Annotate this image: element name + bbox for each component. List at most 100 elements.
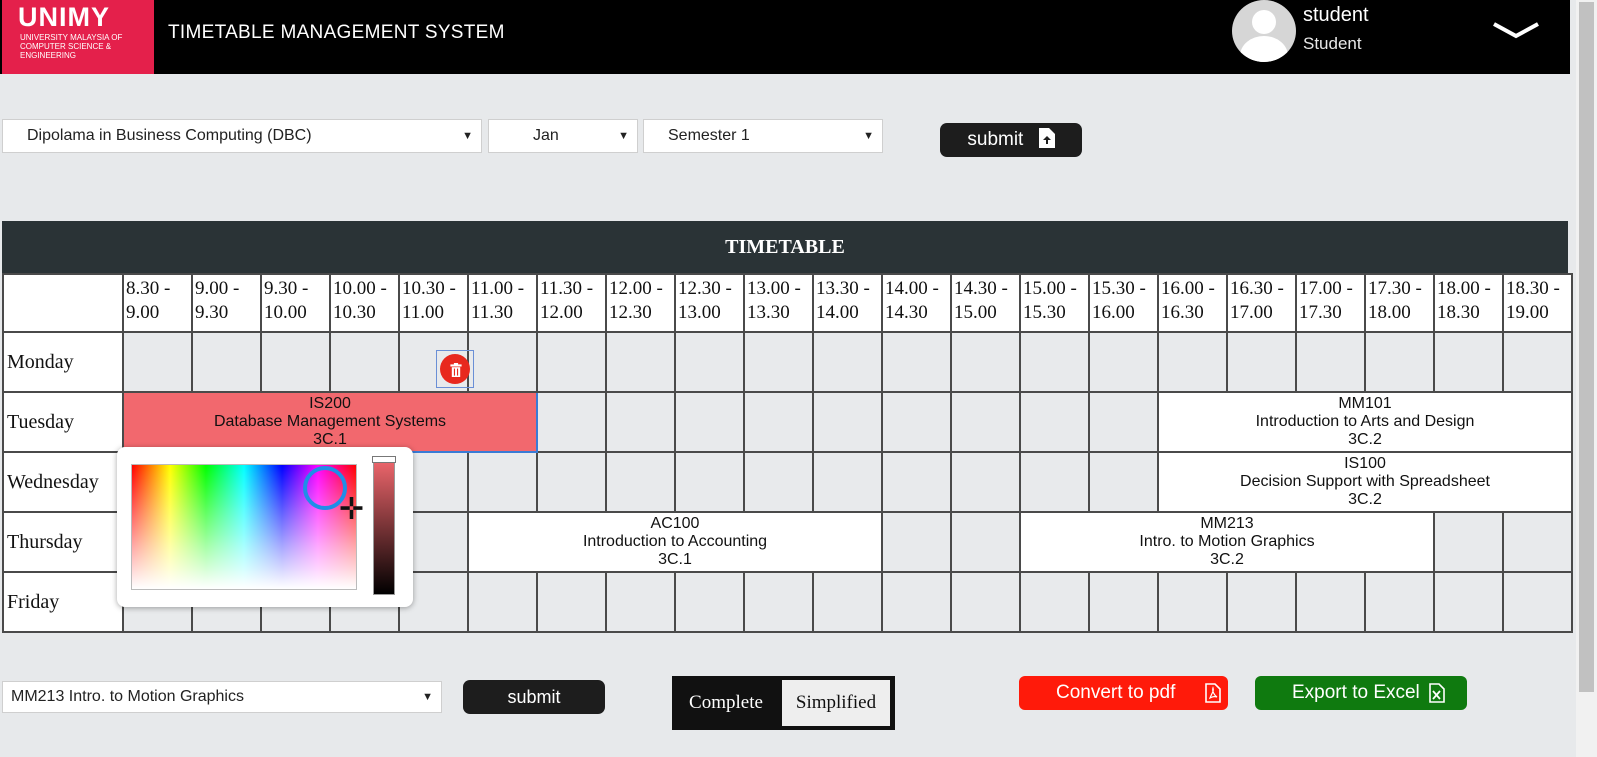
- empty-slot[interactable]: [812, 331, 883, 393]
- empty-slot[interactable]: [605, 451, 676, 513]
- class-block-mm213[interactable]: MM213 Intro. to Motion Graphics 3C.2: [1019, 511, 1435, 573]
- empty-slot[interactable]: [1364, 331, 1435, 393]
- empty-slot[interactable]: [467, 451, 538, 513]
- filter-submit-label: submit: [967, 129, 1024, 150]
- convert-pdf-label: Convert to pdf: [1056, 682, 1176, 703]
- empty-slot[interactable]: [605, 331, 676, 393]
- empty-slot[interactable]: [467, 331, 538, 393]
- empty-slot[interactable]: [536, 391, 607, 453]
- empty-slot[interactable]: [1433, 511, 1504, 573]
- empty-slot[interactable]: [1157, 331, 1228, 393]
- empty-slot[interactable]: [1433, 571, 1504, 633]
- unimy-logo[interactable]: UNIMY UNIVERSITY MALAYSIA OF COMPUTER SC…: [2, 0, 154, 74]
- day-label: Monday: [2, 331, 124, 393]
- empty-slot[interactable]: [605, 571, 676, 633]
- empty-slot[interactable]: [536, 331, 607, 393]
- time-slot-header: 17.00 - 17.30: [1295, 273, 1366, 333]
- timetable-title: TIMETABLE: [2, 221, 1568, 273]
- empty-slot[interactable]: [1364, 571, 1435, 633]
- empty-slot[interactable]: [950, 451, 1021, 513]
- empty-slot[interactable]: [950, 391, 1021, 453]
- empty-slot[interactable]: [881, 451, 952, 513]
- class-name: Introduction to Accounting: [582, 533, 768, 550]
- empty-slot[interactable]: [122, 331, 193, 393]
- class-block-ac100[interactable]: AC100 Introduction to Accounting 3C.1: [467, 511, 883, 573]
- delete-class-button[interactable]: [436, 350, 474, 388]
- empty-slot[interactable]: [743, 391, 814, 453]
- empty-slot[interactable]: [950, 331, 1021, 393]
- time-slot-header: 9.30 - 10.00: [260, 273, 331, 333]
- simplified-view-button[interactable]: Simplified: [782, 680, 890, 726]
- class-block-mm101[interactable]: MM101 Introduction to Arts and Design 3C…: [1157, 391, 1573, 453]
- class-block-is200[interactable]: IS200 Database Management Systems 3C.1: [122, 391, 538, 453]
- empty-slot[interactable]: [812, 451, 883, 513]
- class-code: IS200: [309, 395, 351, 412]
- empty-slot[interactable]: [1226, 571, 1297, 633]
- app-title: TIMETABLE MANAGEMENT SYSTEM: [168, 22, 505, 43]
- crosshair-cursor-icon: ✛: [339, 493, 365, 526]
- logo-subtext: UNIVERSITY MALAYSIA OF COMPUTER SCIENCE …: [20, 33, 123, 60]
- empty-slot[interactable]: [674, 331, 745, 393]
- export-excel-button[interactable]: Export to Excel: [1255, 676, 1467, 710]
- empty-slot[interactable]: [1295, 571, 1366, 633]
- empty-slot[interactable]: [605, 391, 676, 453]
- empty-slot[interactable]: [1226, 331, 1297, 393]
- convert-pdf-button[interactable]: Convert to pdf: [1019, 676, 1228, 710]
- empty-slot[interactable]: [1295, 331, 1366, 393]
- scrollbar[interactable]: [1576, 0, 1597, 757]
- empty-slot[interactable]: [1088, 391, 1159, 453]
- empty-slot[interactable]: [1088, 331, 1159, 393]
- empty-slot[interactable]: [1502, 571, 1573, 633]
- empty-slot[interactable]: [191, 331, 262, 393]
- user-name: student: [1303, 4, 1369, 26]
- empty-slot[interactable]: [536, 451, 607, 513]
- empty-slot[interactable]: [467, 571, 538, 633]
- empty-slot[interactable]: [743, 571, 814, 633]
- empty-slot[interactable]: [1157, 571, 1228, 633]
- time-slot-header: 13.00 - 13.30: [743, 273, 814, 333]
- scrollbar-thumb[interactable]: [1579, 2, 1594, 692]
- user-avatar-icon[interactable]: [1232, 0, 1296, 62]
- empty-slot[interactable]: [260, 331, 331, 393]
- empty-slot[interactable]: [881, 571, 952, 633]
- empty-slot[interactable]: [674, 391, 745, 453]
- empty-slot[interactable]: [1088, 571, 1159, 633]
- filter-submit-button[interactable]: submit: [940, 123, 1082, 157]
- empty-slot[interactable]: [1019, 331, 1090, 393]
- empty-slot[interactable]: [1088, 451, 1159, 513]
- empty-slot[interactable]: [743, 451, 814, 513]
- empty-slot[interactable]: [881, 391, 952, 453]
- corner-cell: [2, 273, 124, 333]
- empty-slot[interactable]: [329, 331, 400, 393]
- empty-slot[interactable]: [812, 391, 883, 453]
- subject-select[interactable]: MM213 Intro. to Motion Graphics ▼: [2, 681, 442, 713]
- empty-slot[interactable]: [950, 511, 1021, 573]
- time-slot-header: 18.00 - 18.30: [1433, 273, 1504, 333]
- semester-select[interactable]: Semester 1 ▼: [643, 119, 883, 153]
- empty-slot[interactable]: [1502, 331, 1573, 393]
- empty-slot[interactable]: [812, 571, 883, 633]
- top-bar: UNIMY UNIVERSITY MALAYSIA OF COMPUTER SC…: [0, 0, 1570, 74]
- empty-slot[interactable]: [1502, 511, 1573, 573]
- empty-slot[interactable]: [1019, 391, 1090, 453]
- brightness-slider[interactable]: [372, 456, 396, 595]
- month-select[interactable]: Jan ▼: [488, 119, 638, 153]
- empty-slot[interactable]: [1019, 571, 1090, 633]
- empty-slot[interactable]: [950, 571, 1021, 633]
- program-select[interactable]: Dipolama in Business Computing (DBC) ▼: [2, 119, 482, 153]
- empty-slot[interactable]: [1019, 451, 1090, 513]
- empty-slot[interactable]: [536, 571, 607, 633]
- empty-slot[interactable]: [1433, 331, 1504, 393]
- time-slot-header: 10.00 - 10.30: [329, 273, 400, 333]
- empty-slot[interactable]: [674, 451, 745, 513]
- slider-handle[interactable]: [372, 456, 396, 463]
- time-slot-header: 11.00 - 11.30: [467, 273, 538, 333]
- empty-slot[interactable]: [674, 571, 745, 633]
- chevron-down-icon[interactable]: [1492, 20, 1540, 40]
- complete-view-button[interactable]: Complete: [672, 676, 780, 730]
- class-block-is100[interactable]: IS100 Decision Support with Spreadsheet …: [1157, 451, 1573, 513]
- empty-slot[interactable]: [743, 331, 814, 393]
- empty-slot[interactable]: [881, 511, 952, 573]
- empty-slot[interactable]: [881, 331, 952, 393]
- subject-submit-button[interactable]: submit: [463, 680, 605, 714]
